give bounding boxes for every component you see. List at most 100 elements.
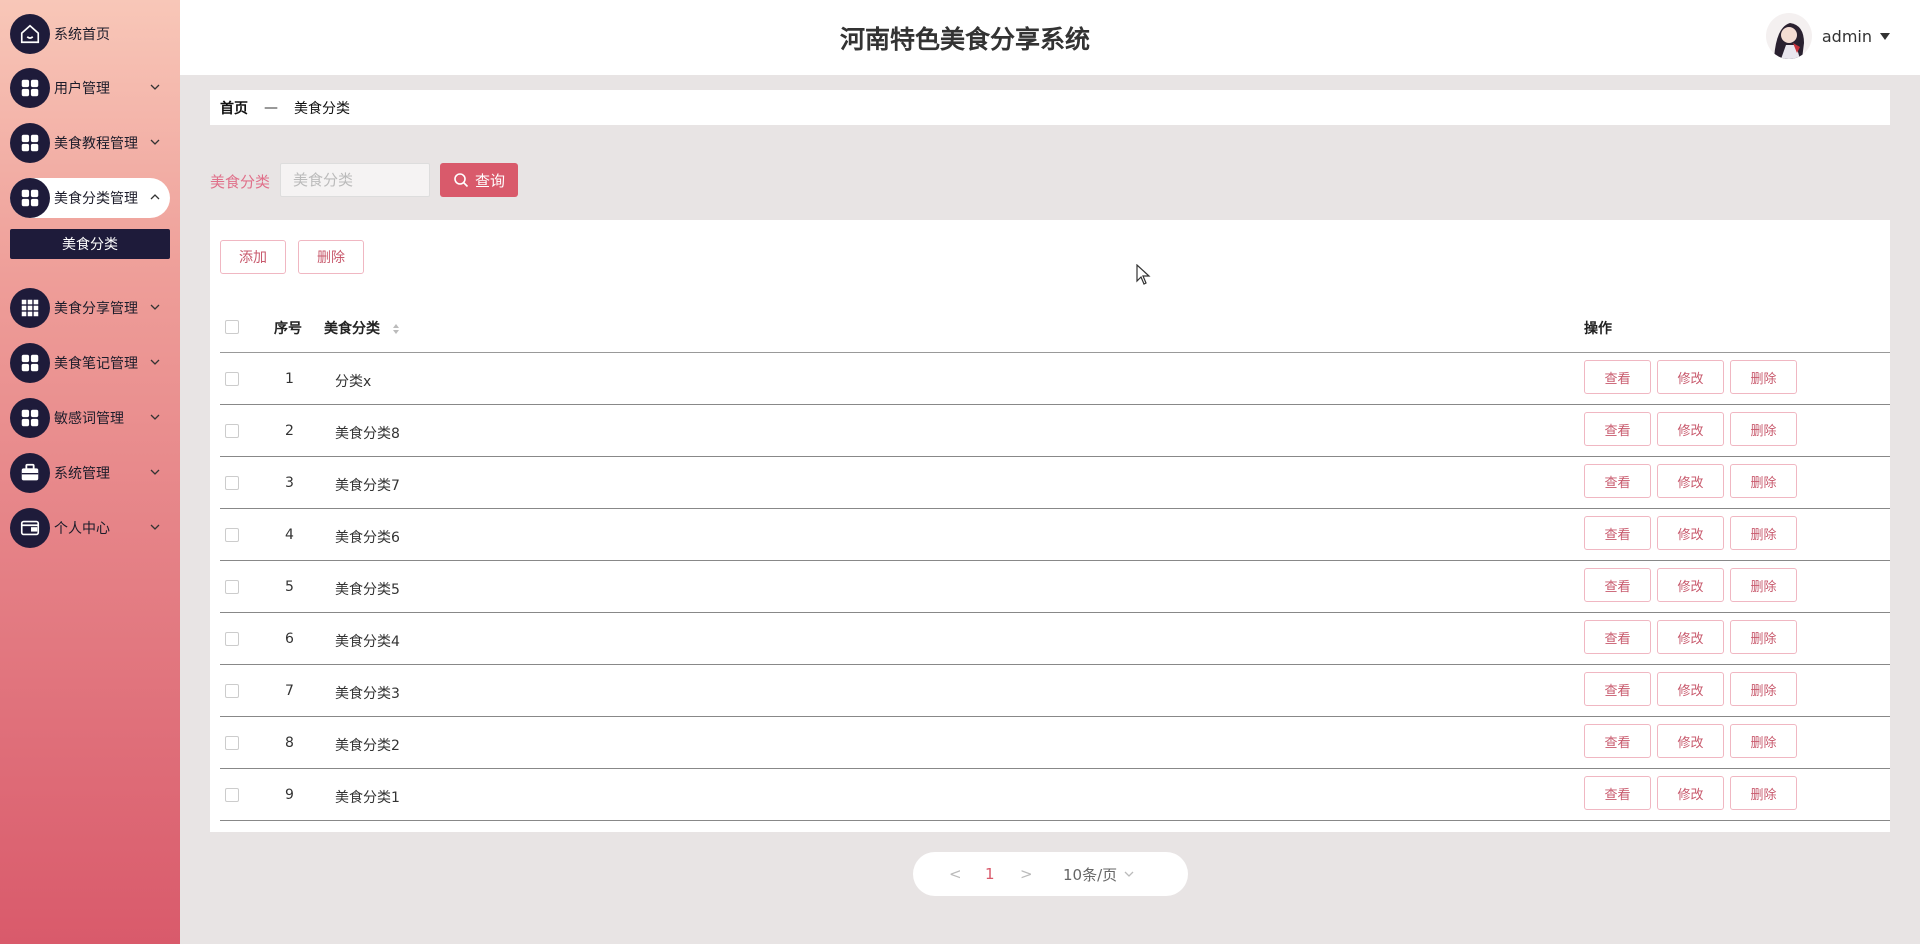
- search-button-label: 查询: [474, 171, 505, 190]
- view-button[interactable]: 查看: [1584, 724, 1651, 758]
- grid-nine-icon: [10, 288, 50, 328]
- edit-button[interactable]: 修改: [1657, 516, 1724, 550]
- sidebar-item-categories[interactable]: 美食分类管理: [10, 178, 170, 218]
- sidebar-item-label: 敏感词管理: [54, 411, 124, 427]
- app-title: 河南特色美食分享系统: [839, 25, 1090, 54]
- row-checkbox[interactable]: [225, 684, 239, 698]
- row-index: 5: [285, 579, 294, 595]
- table-row: 4 美食分类6 查看 修改 删除: [220, 509, 1890, 561]
- row-checkbox[interactable]: [225, 788, 239, 802]
- next-page-button[interactable]: >: [1020, 865, 1033, 883]
- submenu-item-categories[interactable]: 美食分类: [10, 229, 170, 259]
- select-all-checkbox[interactable]: [225, 320, 239, 334]
- view-button[interactable]: 查看: [1584, 360, 1651, 394]
- home-icon: [10, 14, 50, 54]
- edit-button[interactable]: 修改: [1657, 412, 1724, 446]
- view-button[interactable]: 查看: [1584, 568, 1651, 602]
- mouse-cursor-icon: [1136, 264, 1151, 285]
- view-button[interactable]: 查看: [1584, 672, 1651, 706]
- row-index: 1: [285, 371, 294, 387]
- header-actions: 操作: [1584, 321, 1612, 337]
- table-row: 6 美食分类4 查看 修改 删除: [220, 613, 1890, 665]
- user-menu[interactable]: admin: [1765, 13, 1890, 59]
- delete-button[interactable]: 删除: [1730, 620, 1797, 654]
- view-button[interactable]: 查看: [1584, 516, 1651, 550]
- row-checkbox[interactable]: [225, 528, 239, 542]
- prev-page-button[interactable]: <: [949, 865, 962, 883]
- grid-icon: [10, 343, 50, 383]
- table-row: 7 美食分类3 查看 修改 删除: [220, 665, 1890, 717]
- row-checkbox[interactable]: [225, 736, 239, 750]
- chevron-down-icon: [150, 304, 160, 310]
- page-size-select[interactable]: 10条/页: [1063, 864, 1135, 885]
- chevron-down-icon: [150, 359, 160, 365]
- caret-down-icon: [1880, 32, 1890, 40]
- edit-button[interactable]: 修改: [1657, 724, 1724, 758]
- briefcase-icon: [10, 453, 50, 493]
- sidebar-item-sensitive-words[interactable]: 敏感词管理: [10, 398, 170, 438]
- sidebar-item-notes[interactable]: 美食笔记管理: [10, 343, 170, 383]
- delete-button[interactable]: 删除: [1730, 412, 1797, 446]
- edit-button[interactable]: 修改: [1657, 568, 1724, 602]
- view-button[interactable]: 查看: [1584, 776, 1651, 810]
- row-checkbox[interactable]: [225, 580, 239, 594]
- grid-icon: [10, 178, 50, 218]
- breadcrumb-separator: —: [264, 99, 278, 116]
- row-checkbox[interactable]: [225, 632, 239, 646]
- sidebar-item-label: 美食分类管理: [54, 191, 138, 207]
- search-button[interactable]: 查询: [440, 163, 518, 197]
- row-category: 分类x: [335, 374, 372, 390]
- row-category: 美食分类5: [335, 582, 400, 598]
- delete-button[interactable]: 删除: [1730, 724, 1797, 758]
- chevron-down-icon: [150, 139, 160, 145]
- chevron-down-icon: [150, 414, 160, 420]
- table-panel: 添加 删除 序号 美食分类 操作 1 分类x 查看 修改 删除 2 美食分类8 查看 修改 删除 3…: [210, 220, 1890, 832]
- header-category[interactable]: 美食分类: [324, 318, 401, 338]
- row-index: 6: [285, 631, 294, 647]
- edit-button[interactable]: 修改: [1657, 464, 1724, 498]
- breadcrumb-home[interactable]: 首页: [220, 98, 248, 118]
- delete-button[interactable]: 删除: [1730, 516, 1797, 550]
- sidebar-item-label: 美食教程管理: [54, 136, 138, 152]
- chevron-down-icon: [150, 524, 160, 530]
- edit-button[interactable]: 修改: [1657, 360, 1724, 394]
- wallet-icon: [10, 508, 50, 548]
- delete-button[interactable]: 删除: [1730, 568, 1797, 602]
- row-checkbox[interactable]: [225, 372, 239, 386]
- view-button[interactable]: 查看: [1584, 620, 1651, 654]
- edit-button[interactable]: 修改: [1657, 776, 1724, 810]
- row-checkbox[interactable]: [225, 424, 239, 438]
- row-index: 4: [285, 527, 294, 543]
- search-label: 美食分类: [210, 173, 271, 191]
- row-checkbox[interactable]: [225, 476, 239, 490]
- breadcrumb: 首页 — 美食分类: [210, 90, 1890, 125]
- grid-icon: [10, 68, 50, 108]
- sidebar-item-users[interactable]: 用户管理: [10, 68, 170, 108]
- add-button[interactable]: 添加: [220, 240, 286, 274]
- delete-selected-button[interactable]: 删除: [298, 240, 364, 274]
- delete-button[interactable]: 删除: [1730, 776, 1797, 810]
- table-row: 2 美食分类8 查看 修改 删除: [220, 405, 1890, 457]
- delete-button[interactable]: 删除: [1730, 360, 1797, 394]
- sidebar-item-tutorials[interactable]: 美食教程管理: [10, 123, 170, 163]
- delete-button[interactable]: 删除: [1730, 672, 1797, 706]
- search-input[interactable]: [280, 163, 430, 197]
- edit-button[interactable]: 修改: [1657, 620, 1724, 654]
- sidebar-item-label: 个人中心: [54, 521, 110, 537]
- row-category: 美食分类8: [335, 426, 400, 442]
- sidebar: 系统首页 用户管理 美食教程管理 美食分类管理 美食分类 美食分享管理 美食笔记…: [0, 0, 180, 944]
- sidebar-item-system[interactable]: 系统管理: [10, 453, 170, 493]
- edit-button[interactable]: 修改: [1657, 672, 1724, 706]
- sidebar-item-profile[interactable]: 个人中心: [10, 508, 170, 548]
- sidebar-item-shares[interactable]: 美食分享管理: [10, 288, 170, 328]
- view-button[interactable]: 查看: [1584, 464, 1651, 498]
- row-category: 美食分类2: [335, 738, 400, 754]
- page-number-button[interactable]: 1: [985, 865, 995, 883]
- view-button[interactable]: 查看: [1584, 412, 1651, 446]
- row-index: 9: [285, 787, 294, 803]
- sidebar-item-home[interactable]: 系统首页: [10, 14, 170, 54]
- table-row: 5 美食分类5 查看 修改 删除: [220, 561, 1890, 613]
- row-index: 7: [285, 683, 294, 699]
- delete-button[interactable]: 删除: [1730, 464, 1797, 498]
- chevron-up-icon: [150, 194, 160, 200]
